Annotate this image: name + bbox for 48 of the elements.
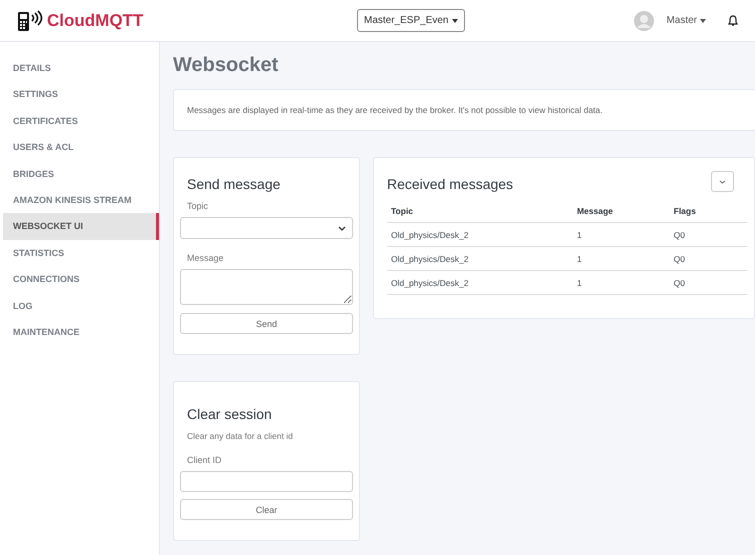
table-cell: 1 xyxy=(572,246,670,270)
field-label: Client ID xyxy=(187,455,223,465)
field-label: Message xyxy=(187,253,225,263)
page-title: Websocket xyxy=(173,54,280,77)
sidebar-item[interactable]: AMAZON KINESIS STREAM xyxy=(3,186,159,214)
table-cell: Q0 xyxy=(670,222,747,246)
notice-text: Messages are displayed in real-time as they are received by the broker. It's not possible to view historical data. xyxy=(173,89,755,131)
sidebar-item[interactable]: CONNECTIONS xyxy=(3,266,159,293)
caret-icon xyxy=(452,18,458,22)
card-title: Received messages xyxy=(387,176,514,192)
sidebar-item[interactable]: CERTIFICATES xyxy=(3,108,159,134)
sidebar-item[interactable]: STATISTICS xyxy=(3,240,159,266)
clear-button[interactable]: Clear xyxy=(180,499,353,520)
message-field[interactable] xyxy=(180,269,353,305)
sidebar-item[interactable]: LOG xyxy=(3,292,159,319)
table-cell: 1 xyxy=(572,270,670,294)
topic-select[interactable] xyxy=(180,217,353,239)
collapse-button[interactable] xyxy=(711,171,734,192)
sidebar-item[interactable]: MAINTENANCE xyxy=(3,318,159,346)
field-label: Topic xyxy=(187,201,210,211)
instance-dropdown[interactable]: Master_ESP_Even xyxy=(357,9,464,32)
phone-signal-icon xyxy=(17,10,43,32)
table-cell: Old_physics/Desk_2 xyxy=(387,222,573,246)
table-cell: 1 xyxy=(572,222,670,246)
card-title: Clear session xyxy=(187,406,273,422)
client-id-field[interactable] xyxy=(180,471,353,492)
table-cell: Old_physics/Desk_2 xyxy=(387,246,573,270)
sidebar-item[interactable]: USERS & ACL xyxy=(3,134,159,161)
chevron-icon xyxy=(338,226,346,230)
bell-icon[interactable] xyxy=(728,15,738,26)
table-cell: Q0 xyxy=(670,246,747,270)
card-title: Send message xyxy=(187,176,282,192)
column-header: Flags xyxy=(670,206,747,222)
sidebar-item[interactable]: SETTINGS xyxy=(3,81,159,108)
sidebar-item[interactable]: WEBSOCKET UI xyxy=(3,213,159,240)
chevron-icon xyxy=(719,180,726,184)
column-header: Message xyxy=(572,206,670,222)
table-cell: Old_physics/Desk_2 xyxy=(387,270,573,294)
card-description: Clear any data for a client id xyxy=(187,431,294,441)
table-cell: Q0 xyxy=(670,270,747,294)
sidebar-item[interactable]: BRIDGES xyxy=(3,160,159,187)
brand-name[interactable]: CloudMQTT xyxy=(47,10,144,30)
column-header: Topic xyxy=(387,206,573,222)
send-button[interactable]: Send xyxy=(180,313,353,334)
user-menu[interactable]: Master xyxy=(660,14,712,27)
caret-icon xyxy=(700,18,706,22)
avatar-icon[interactable] xyxy=(634,10,654,30)
sidebar-item[interactable]: DETAILS xyxy=(3,55,159,82)
